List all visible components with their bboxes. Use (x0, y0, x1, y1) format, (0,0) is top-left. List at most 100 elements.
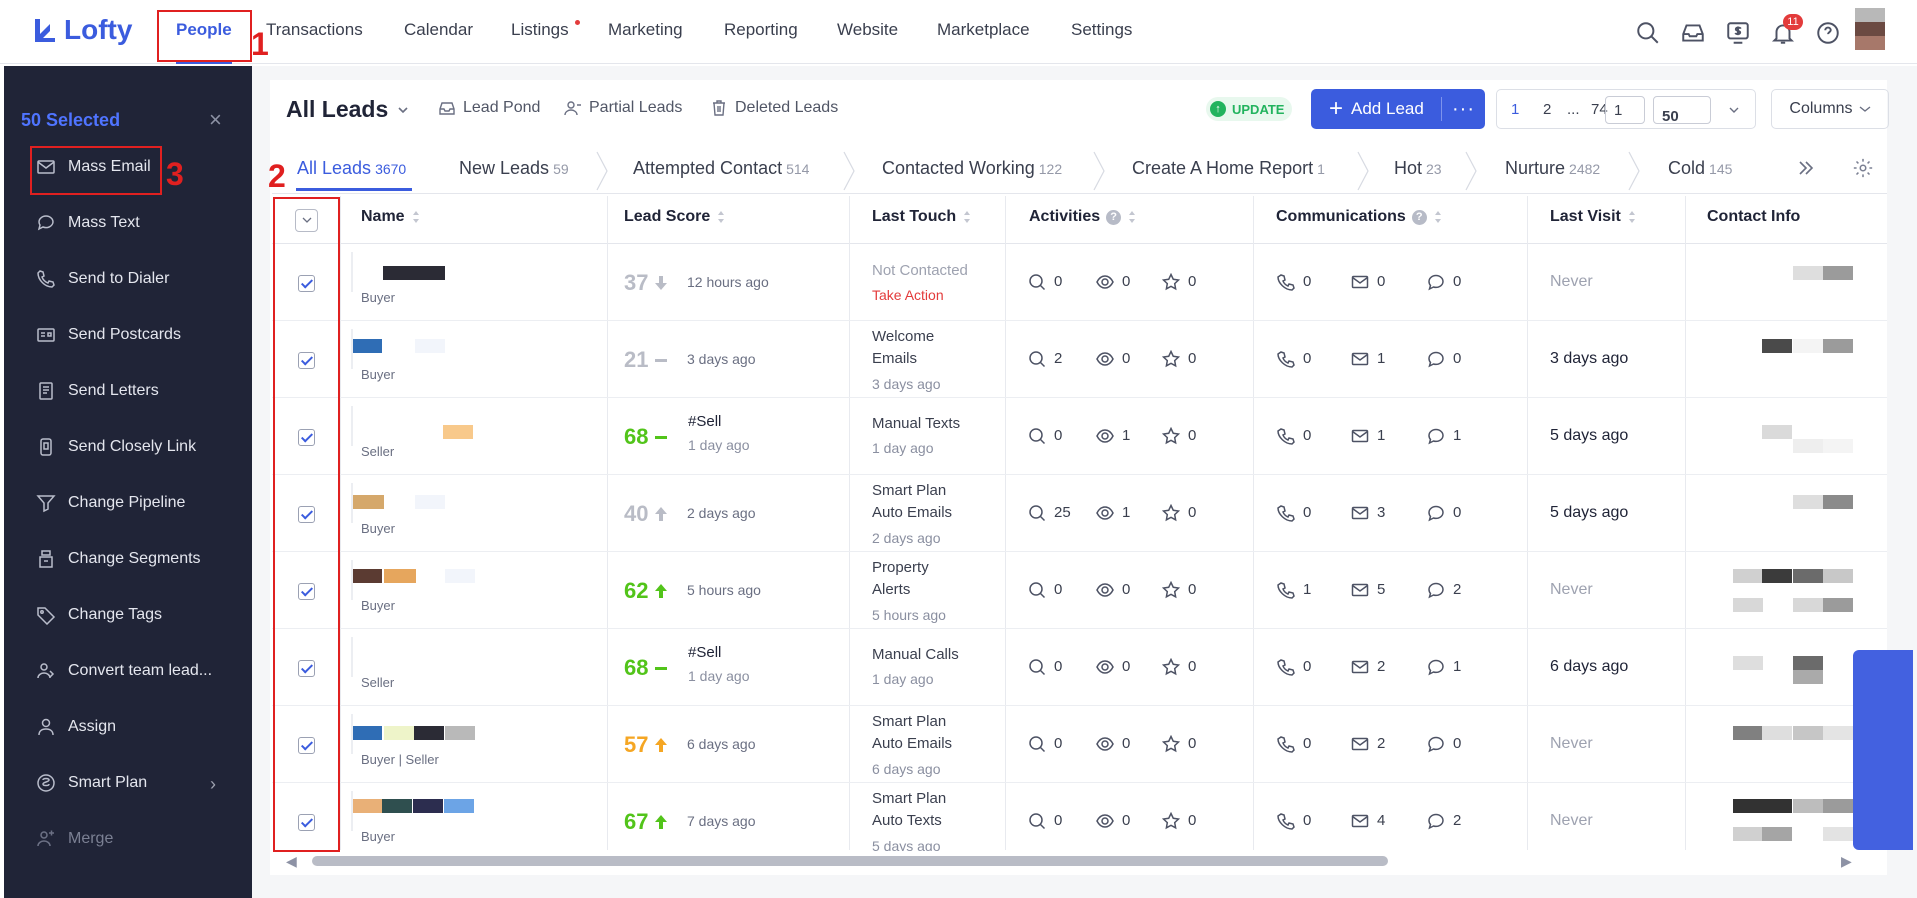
activity-count[interactable]: 0 (1028, 273, 1062, 291)
convert-team-lead-button[interactable]: Convert team lead... (36, 658, 212, 684)
nav-listings[interactable]: Listings (511, 20, 569, 40)
communication-count[interactable]: 0 (1427, 504, 1461, 522)
activity-count[interactable]: 0 (1162, 503, 1196, 522)
lofty-logo[interactable]: Lofty (32, 14, 132, 46)
add-lead-button[interactable]: + Add Lead ··· (1311, 89, 1485, 129)
activity-count[interactable]: 25 (1028, 504, 1071, 522)
activity-count[interactable]: 0 (1162, 272, 1196, 291)
side-panel-edge[interactable] (1853, 650, 1913, 850)
communication-count[interactable]: 3 (1351, 504, 1385, 522)
column-header-name[interactable]: Name (361, 208, 421, 226)
activity-count[interactable]: 0 (1096, 812, 1130, 830)
page-size-select[interactable]: 50 (1653, 96, 1711, 125)
communication-count[interactable]: 0 (1277, 812, 1311, 830)
activity-count[interactable]: 0 (1028, 735, 1062, 753)
scroll-left-icon[interactable]: ◀ (286, 853, 297, 870)
activity-count[interactable]: 0 (1096, 658, 1130, 676)
communication-count[interactable]: 1 (1351, 427, 1385, 445)
communication-count[interactable]: 0 (1277, 658, 1311, 676)
activity-count[interactable]: 0 (1028, 581, 1062, 599)
table-row[interactable] (272, 475, 1887, 552)
stage-all-leads[interactable]: All Leads 3670 (297, 158, 406, 179)
table-row[interactable] (272, 783, 1887, 860)
stage-cold[interactable]: Cold 145 (1668, 158, 1732, 179)
column-header-lead-score[interactable]: Lead Score (624, 208, 726, 226)
communication-count[interactable]: 0 (1351, 273, 1385, 291)
stage-create-home-report[interactable]: Create A Home Report 1 (1132, 158, 1325, 179)
column-header-activities[interactable]: Activities? (1029, 208, 1137, 226)
page-1-link[interactable]: 1 (1511, 101, 1519, 118)
table-row[interactable] (272, 552, 1887, 629)
activity-count[interactable]: 0 (1028, 427, 1062, 445)
avatar[interactable] (1855, 8, 1885, 50)
activity-count[interactable]: 0 (1162, 811, 1196, 830)
communication-count[interactable]: 0 (1277, 735, 1311, 753)
activity-count[interactable]: 0 (1028, 658, 1062, 676)
communication-count[interactable]: 0 (1427, 735, 1461, 753)
mass-text-button[interactable]: Mass Text (36, 210, 140, 236)
activity-count[interactable]: 1 (1096, 504, 1130, 522)
communication-count[interactable]: 0 (1427, 350, 1461, 368)
update-badge[interactable]: ↑ UPDATE (1206, 97, 1293, 121)
dollar-screen-icon[interactable] (1725, 20, 1751, 46)
nav-marketing[interactable]: Marketing (608, 20, 683, 40)
communication-count[interactable]: 4 (1351, 812, 1385, 830)
change-tags-button[interactable]: Change Tags (36, 602, 162, 628)
communication-count[interactable]: 2 (1351, 658, 1385, 676)
more-actions-button[interactable]: ··· (1452, 98, 1475, 121)
column-header-last-visit[interactable]: Last Visit (1550, 208, 1637, 226)
send-letters-button[interactable]: Send Letters (36, 378, 159, 404)
communication-count[interactable]: 0 (1277, 350, 1311, 368)
merge-button[interactable]: Merge (36, 826, 113, 852)
communication-count[interactable]: 0 (1277, 504, 1311, 522)
stage-contacted-working[interactable]: Contacted Working 122 (882, 158, 1062, 179)
communication-count[interactable]: 1 (1277, 581, 1311, 599)
stage-attempted-contact[interactable]: Attempted Contact 514 (633, 158, 809, 179)
page-2-link[interactable]: 2 (1543, 101, 1551, 118)
columns-button[interactable]: Columns (1771, 89, 1889, 129)
nav-settings[interactable]: Settings (1071, 20, 1132, 40)
page-jump-input[interactable]: 1 (1605, 96, 1645, 124)
deleted-leads-link[interactable]: Deleted Leads (710, 99, 838, 117)
table-row[interactable] (272, 706, 1887, 783)
change-pipeline-button[interactable]: Change Pipeline (36, 490, 185, 516)
activity-count[interactable]: 0 (1162, 734, 1196, 753)
table-row[interactable] (272, 321, 1887, 398)
activity-count[interactable]: 0 (1096, 735, 1130, 753)
gear-icon[interactable] (1852, 157, 1874, 179)
communication-count[interactable]: 2 (1427, 812, 1461, 830)
scrollbar-thumb[interactable] (312, 856, 1388, 866)
communication-count[interactable]: 0 (1277, 273, 1311, 291)
partial-leads-link[interactable]: Partial Leads (564, 99, 682, 117)
assign-button[interactable]: Assign (36, 714, 116, 740)
nav-transactions[interactable]: Transactions (266, 20, 363, 40)
scroll-right-icon[interactable]: ▶ (1841, 853, 1852, 870)
nav-website[interactable]: Website (837, 20, 898, 40)
column-header-last-touch[interactable]: Last Touch (872, 208, 972, 226)
communication-count[interactable]: 1 (1427, 658, 1461, 676)
double-chevron-right-icon[interactable] (1797, 159, 1815, 177)
activity-count[interactable]: 0 (1162, 349, 1196, 368)
search-icon[interactable] (1635, 20, 1661, 46)
take-action-link[interactable]: Take Action (872, 287, 944, 303)
send-closely-link-button[interactable]: Send Closely Link (36, 434, 196, 460)
send-to-dialer-button[interactable]: Send to Dialer (36, 266, 169, 292)
activity-count[interactable]: 0 (1096, 350, 1130, 368)
communication-count[interactable]: 1 (1351, 350, 1385, 368)
communication-count[interactable]: 5 (1351, 581, 1385, 599)
close-icon[interactable]: × (209, 109, 222, 131)
smart-plan-button[interactable]: Smart Plan (36, 770, 147, 796)
change-segments-button[interactable]: Change Segments (36, 546, 201, 572)
table-row[interactable] (272, 629, 1887, 706)
communication-count[interactable]: 0 (1277, 427, 1311, 445)
nav-calendar[interactable]: Calendar (404, 20, 473, 40)
column-header-communications[interactable]: Communications? (1276, 208, 1443, 226)
page-title[interactable]: All Leads (286, 96, 410, 123)
activity-count[interactable]: 0 (1096, 273, 1130, 291)
send-postcards-button[interactable]: Send Postcards (36, 322, 181, 348)
communication-count[interactable]: 2 (1427, 581, 1461, 599)
stage-nurture[interactable]: Nurture 2482 (1505, 158, 1600, 179)
stage-new-leads[interactable]: New Leads 59 (459, 158, 569, 179)
nav-reporting[interactable]: Reporting (724, 20, 798, 40)
stage-hot[interactable]: Hot 23 (1394, 158, 1442, 179)
